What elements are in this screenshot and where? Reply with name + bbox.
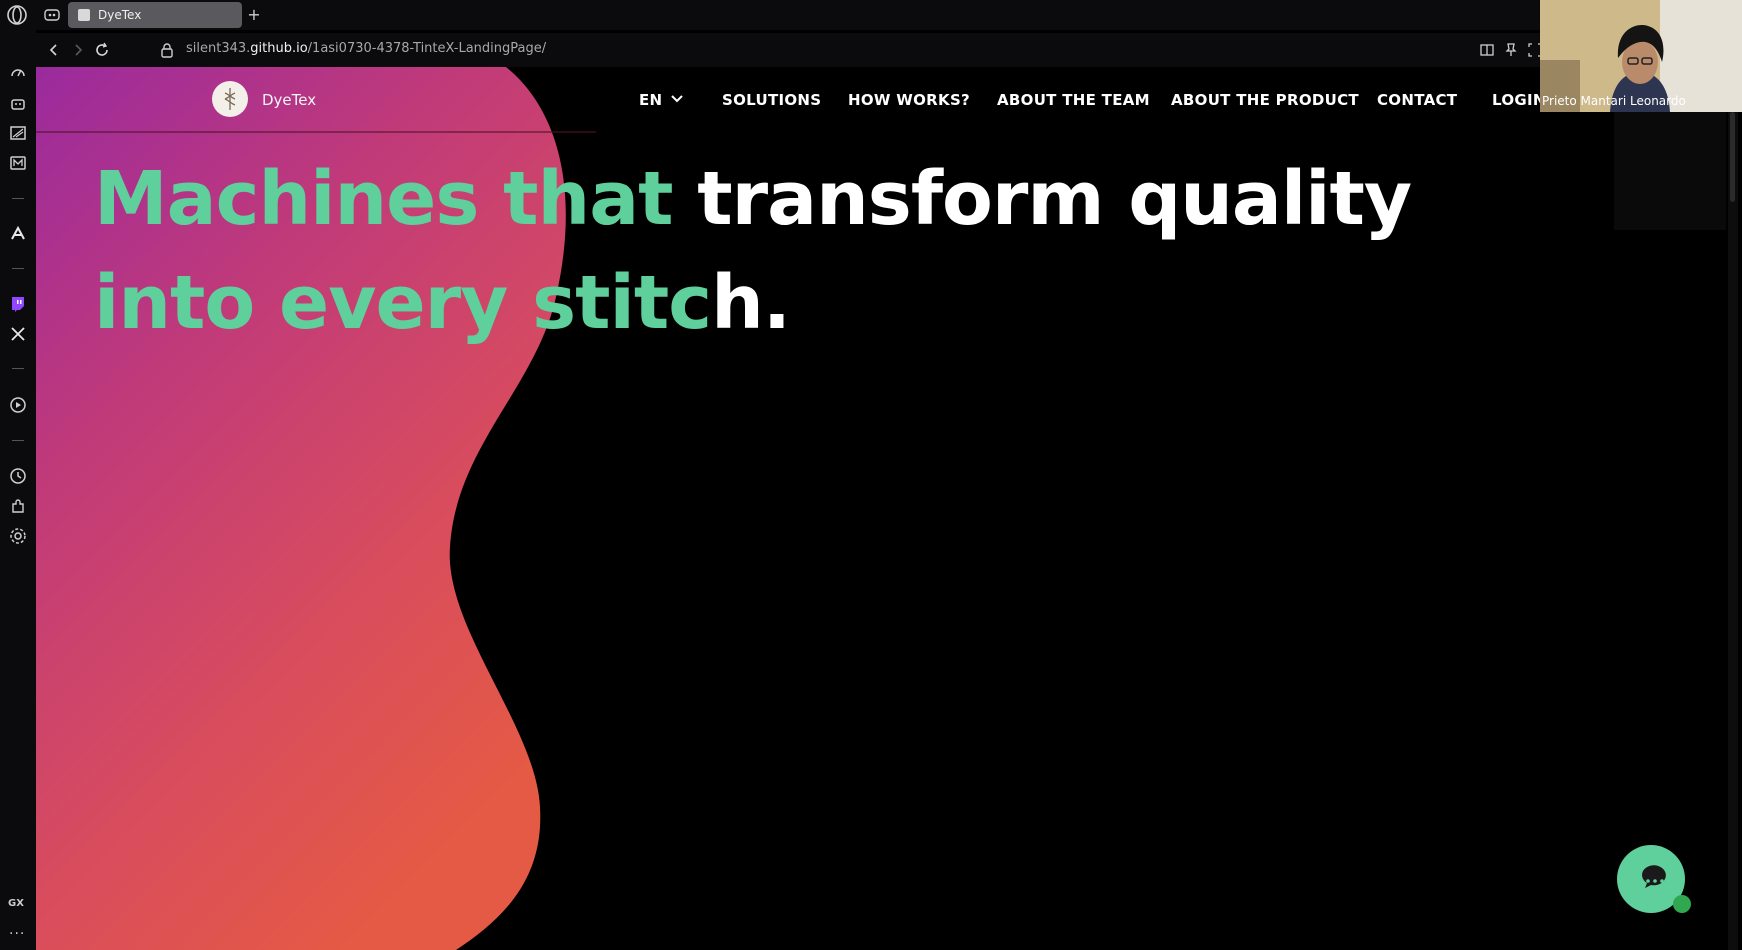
- sidebar-more-icon[interactable]: ···: [9, 926, 25, 942]
- tab-islands-icon[interactable]: [44, 8, 60, 22]
- browser-sidebar: GX ···: [0, 30, 36, 950]
- nav-about-product[interactable]: ABOUT THE PRODUCT: [1171, 91, 1359, 109]
- reader-split-icon[interactable]: [1480, 43, 1494, 57]
- extensions-icon[interactable]: [9, 497, 27, 515]
- address-bar: silent343.github.io/1asi0730-4378-TinteX…: [36, 33, 1546, 67]
- back-arrow-icon[interactable]: [46, 42, 62, 58]
- web-page: DyeTex EN SOLUTIONS HOW WORKS? ABOUT THE…: [36, 67, 1738, 950]
- online-status-dot: [1673, 895, 1691, 913]
- player-icon[interactable]: [9, 396, 27, 414]
- site-navbar: DyeTex EN SOLUTIONS HOW WORKS? ABOUT THE…: [36, 67, 1738, 131]
- sidebar-separator: [12, 198, 24, 199]
- sidebar-separator: [12, 368, 24, 369]
- speed-dial-icon[interactable]: [9, 64, 27, 82]
- hero-line2-green: into every stitc: [94, 260, 712, 346]
- brand-logo-icon[interactable]: [212, 81, 248, 117]
- opera-gx-logo-icon[interactable]: [6, 4, 28, 26]
- sidebar-separator: [12, 440, 24, 441]
- hero-line2-white: h.: [711, 260, 791, 346]
- hero-headline: Machines that transform quality into eve…: [94, 147, 1412, 355]
- hero-line1-green: Machines that: [94, 156, 698, 242]
- navbar-divider: [36, 131, 596, 133]
- ai-assistant-icon[interactable]: [9, 94, 27, 112]
- chevron-down-icon[interactable]: [670, 93, 684, 105]
- nav-about-team[interactable]: ABOUT THE TEAM: [997, 91, 1150, 109]
- reload-icon[interactable]: [94, 42, 110, 58]
- tab-favicon-icon: [78, 9, 90, 21]
- nav-login[interactable]: LOGIN: [1492, 91, 1546, 109]
- twitch-icon[interactable]: [9, 295, 27, 313]
- url-domain: github.io: [250, 41, 308, 56]
- hero-line-2: into every stitch.: [94, 251, 1411, 355]
- url-prefix: silent343.: [186, 41, 251, 56]
- gx-label[interactable]: GX: [8, 898, 24, 909]
- lock-icon[interactable]: [160, 42, 174, 58]
- nav-solutions[interactable]: SOLUTIONS: [722, 91, 821, 109]
- sidebar-separator: [12, 268, 24, 269]
- brand-name[interactable]: DyeTex: [262, 91, 316, 109]
- new-tab-button[interactable]: +: [246, 7, 262, 23]
- x-twitter-icon[interactable]: [9, 325, 27, 343]
- webcam-participant-name: Prieto Mantari Leonardo: [1542, 94, 1686, 108]
- scrollbar-thumb[interactable]: [1730, 112, 1735, 202]
- hero-line1-white: transform quality: [697, 156, 1412, 242]
- pin-icon[interactable]: [1504, 43, 1518, 57]
- browser-tab-active[interactable]: DyeTex: [68, 2, 242, 28]
- url-path: /1asi0730-4378-TinteX-LandingPage/: [307, 41, 547, 56]
- forward-arrow-icon[interactable]: [70, 42, 86, 58]
- blank-overlay-panel: [1614, 112, 1726, 230]
- url-text[interactable]: silent343.github.io/1asi0730-4378-TinteX…: [186, 41, 546, 56]
- aria-icon[interactable]: [9, 225, 27, 243]
- hero-line-1: Machines that transform quality: [94, 147, 1412, 251]
- nav-contact[interactable]: CONTACT: [1377, 91, 1457, 109]
- language-selector[interactable]: EN: [639, 91, 662, 109]
- nav-how-works[interactable]: HOW WORKS?: [848, 91, 970, 109]
- tab-title: DyeTex: [98, 8, 142, 22]
- browser-tab-bar: DyeTex +: [0, 0, 1742, 30]
- history-clock-icon[interactable]: [9, 467, 27, 485]
- settings-gear-icon[interactable]: [9, 527, 27, 545]
- gmail-icon[interactable]: [9, 154, 27, 172]
- gx-corner-icon[interactable]: [9, 124, 27, 142]
- chat-button[interactable]: [1617, 845, 1691, 913]
